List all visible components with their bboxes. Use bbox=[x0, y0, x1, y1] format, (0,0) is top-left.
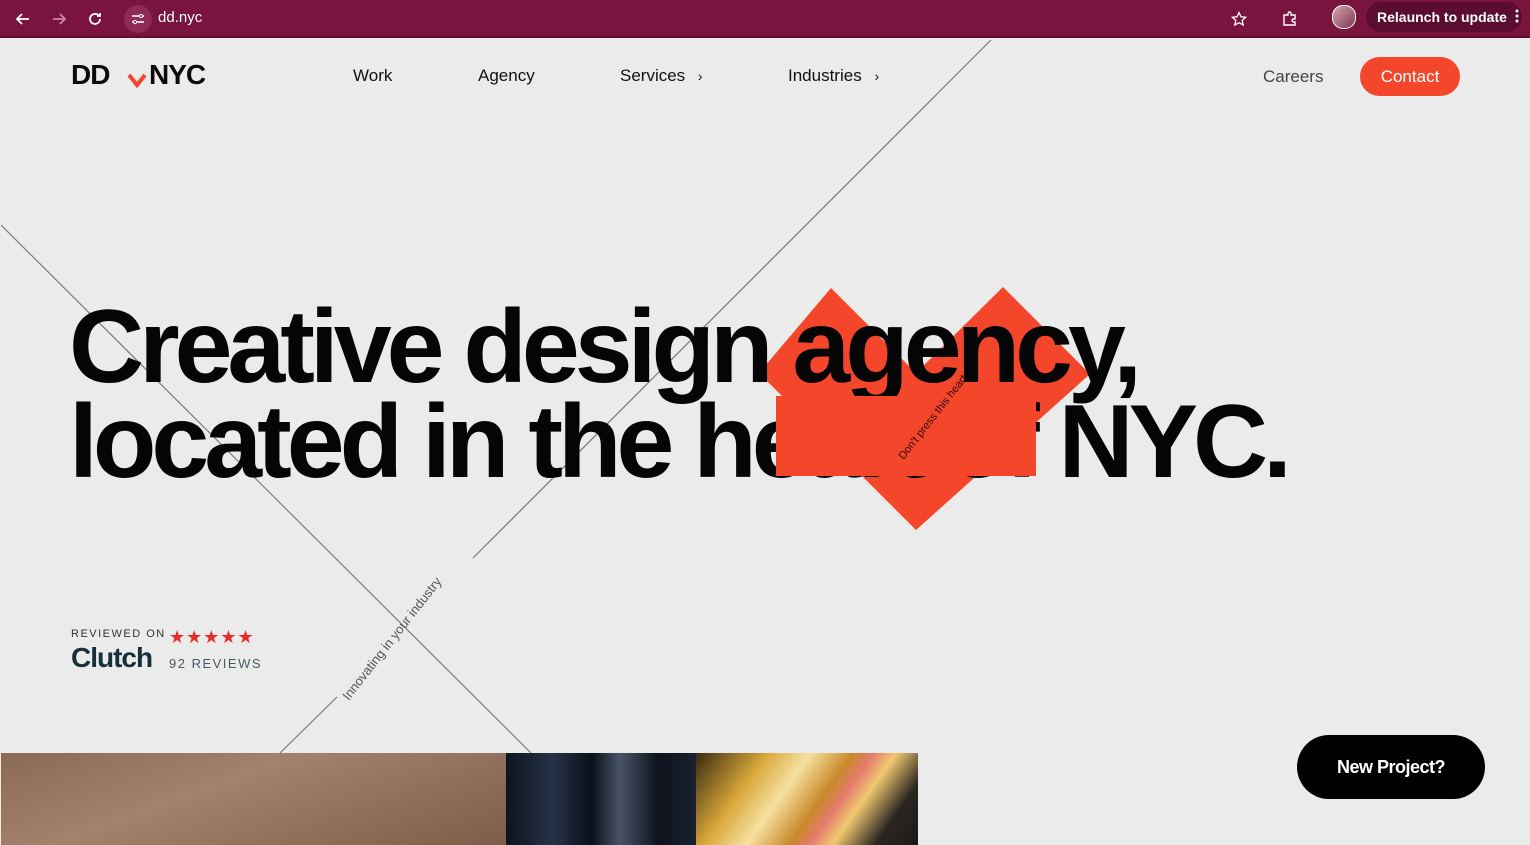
bookmark-star-icon[interactable] bbox=[1225, 5, 1253, 33]
nav-agency[interactable]: Agency bbox=[478, 66, 535, 86]
nav-services[interactable]: Services › bbox=[620, 66, 703, 86]
new-project-button[interactable]: New Project? bbox=[1297, 735, 1485, 799]
hero-headline-line-2: located in the heart of NYC. bbox=[69, 384, 1292, 500]
clutch-logo[interactable]: Clutch bbox=[71, 642, 153, 674]
browser-toolbar: dd.nyc Relaunch to update bbox=[0, 0, 1530, 38]
svg-text:NYC: NYC bbox=[149, 61, 206, 90]
extensions-icon[interactable] bbox=[1276, 5, 1304, 33]
nav-services-label: Services bbox=[620, 66, 686, 85]
portfolio-image-dark[interactable] bbox=[506, 753, 696, 845]
nav-industries[interactable]: Industries › bbox=[788, 66, 879, 86]
address-bar[interactable] bbox=[122, 4, 1262, 34]
portfolio-image-wood[interactable] bbox=[1, 753, 506, 845]
reload-icon[interactable] bbox=[81, 5, 109, 33]
contact-button[interactable]: Contact bbox=[1360, 57, 1460, 96]
chevron-right-icon: › bbox=[697, 68, 703, 84]
forward-icon[interactable] bbox=[45, 5, 73, 33]
chevron-right-icon: › bbox=[874, 68, 880, 84]
url-text[interactable]: dd.nyc bbox=[158, 9, 202, 26]
portfolio-image-gold[interactable] bbox=[696, 753, 918, 845]
nav-careers[interactable]: Careers bbox=[1263, 67, 1323, 87]
nav-industries-label: Industries bbox=[788, 66, 862, 85]
nav-work[interactable]: Work bbox=[353, 66, 392, 86]
rating-stars: ★★★★★ bbox=[169, 627, 255, 647]
clutch-brand: Clutch bbox=[71, 642, 153, 673]
profile-avatar[interactable] bbox=[1332, 5, 1356, 29]
review-count[interactable]: 92 REVIEWS bbox=[169, 656, 262, 671]
svg-text:DD: DD bbox=[71, 61, 110, 90]
webpage: DD NYC Work Agency Services › Industries… bbox=[1, 40, 1529, 845]
more-menu-icon[interactable] bbox=[1515, 9, 1519, 26]
reviewed-on-label: REVIEWED ON bbox=[71, 628, 166, 640]
dd-nyc-logo[interactable]: DD NYC bbox=[71, 59, 233, 96]
relaunch-button[interactable]: Relaunch to update bbox=[1366, 2, 1522, 32]
site-settings-icon[interactable] bbox=[124, 5, 152, 33]
back-icon[interactable] bbox=[9, 5, 37, 33]
relaunch-label: Relaunch to update bbox=[1377, 9, 1507, 25]
